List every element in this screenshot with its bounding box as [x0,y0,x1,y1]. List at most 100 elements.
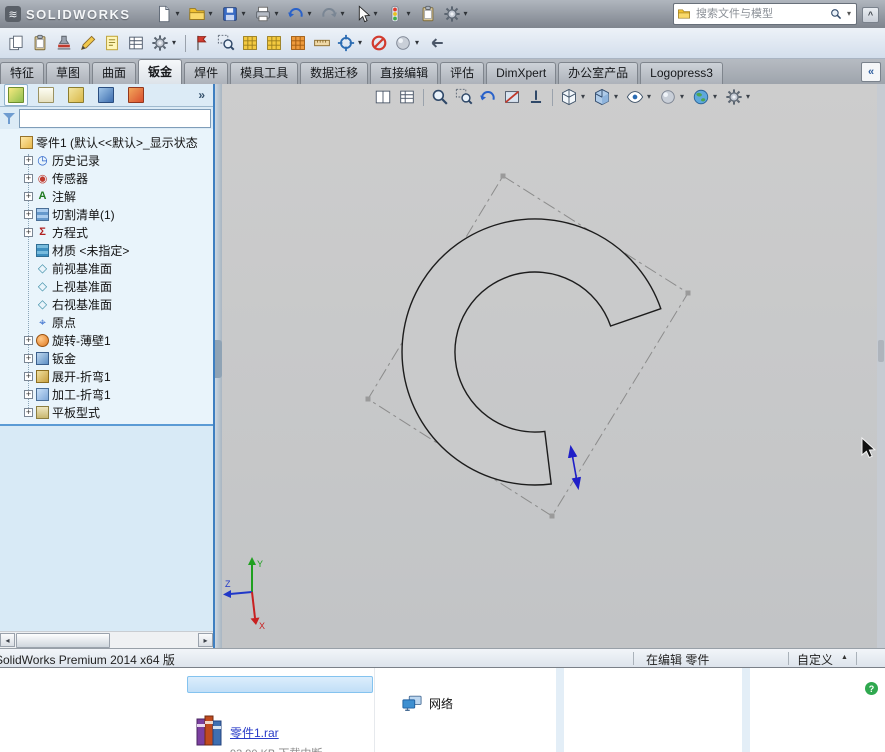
tree-item[interactable]: 传感器 [0,169,213,187]
tree-filter-input[interactable] [19,108,211,128]
search-box[interactable] [673,3,857,25]
dropdown-arrow[interactable] [174,10,182,18]
section-view-button[interactable] [501,87,523,107]
expand-toggle[interactable] [24,191,33,201]
tree-item[interactable]: 右视基准面 [0,295,213,313]
rebuild-button[interactable] [384,4,415,24]
tree-item[interactable]: 上视基准面 [0,277,213,295]
expand-toggle[interactable] [24,335,33,345]
expand-toggle[interactable] [24,155,33,165]
flag-button[interactable] [191,33,213,53]
tree-item[interactable]: 历史记录 [0,151,213,169]
select-button[interactable] [351,4,382,24]
tree-item[interactable]: 展开-折弯1 [0,367,213,385]
collapse-ribbon-button[interactable] [861,62,881,82]
tab-surfaces[interactable]: 曲面 [92,62,137,84]
dropdown-arrow[interactable] [645,93,653,101]
tree-root-item[interactable]: 零件1 (默认<<默认>_显示状态 [0,133,213,151]
tab-data-migration[interactable]: 数据迁移 [300,62,369,84]
displaymanager-tab[interactable] [124,84,148,106]
file-properties-button[interactable] [417,4,439,24]
note-button[interactable] [101,33,123,53]
scroll-notch[interactable] [878,340,884,362]
redo-button[interactable] [318,4,349,24]
scroll-right-button[interactable] [198,633,213,647]
dropdown-arrow[interactable] [744,93,752,101]
tree-item[interactable]: 材质 <未指定> [0,241,213,259]
download-file-item[interactable]: 零件1.rar 93.90 KB 下载中断 [196,712,322,752]
dropdown-arrow[interactable] [405,10,413,18]
save-button[interactable] [219,4,250,24]
dropdown-arrow[interactable] [372,10,380,18]
tree-item[interactable]: 前视基准面 [0,259,213,277]
flat-pattern-profile[interactable] [401,218,662,486]
tree-item[interactable]: 钣金 [0,349,213,367]
dropdown-arrow[interactable] [413,39,421,47]
tab-features[interactable]: 特征 [0,62,45,84]
scroll-left-button[interactable] [0,633,15,647]
configurationmanager-tab[interactable] [64,84,88,106]
customize-status[interactable]: 自定义 [797,651,833,668]
search-input[interactable] [694,7,827,21]
tree-item[interactable]: 加工-折弯1 [0,385,213,403]
dropdown-arrow[interactable] [356,39,364,47]
dropdown-arrow[interactable] [579,93,587,101]
expand-toggle[interactable] [24,227,33,237]
dropdown-arrow[interactable] [240,10,248,18]
edit-appearance-button[interactable] [657,87,688,107]
dropdown-arrow[interactable] [339,10,347,18]
dropdown-arrow[interactable] [207,10,215,18]
tree-item[interactable]: 旋转-薄壁1 [0,331,213,349]
back-button[interactable] [425,33,447,53]
undo-button[interactable] [285,4,316,24]
ruler-button[interactable] [311,33,333,53]
expand-toggle[interactable] [24,353,33,363]
tab-dimxpert[interactable]: DimXpert [486,62,557,84]
orange-grid-button[interactable] [287,33,309,53]
copy-button[interactable] [5,33,27,53]
options-button[interactable] [441,4,472,24]
sketch-canvas[interactable]: Y Z X [222,84,877,648]
panel-hscrollbar[interactable] [0,631,213,648]
dropdown-arrow[interactable] [306,10,314,18]
stamp-button[interactable] [53,33,75,53]
zoom-area-button[interactable] [453,87,475,107]
paste-button[interactable] [29,33,51,53]
expand-toggle[interactable] [24,173,33,183]
status-dropdown-arrow[interactable] [841,654,848,661]
apply-scene-button[interactable] [690,87,721,107]
help-icon[interactable] [865,682,878,695]
tab-sketch[interactable]: 草图 [46,62,91,84]
dimxpertmanager-tab[interactable] [94,84,118,106]
open-button[interactable] [186,4,217,24]
design-table-button[interactable] [125,33,147,53]
search-dropdown-arrow[interactable] [845,10,853,18]
tree-item[interactable]: 原点 [0,313,213,331]
zoom-fit-button[interactable] [429,87,451,107]
tool-settings-button[interactable] [149,33,180,53]
featuremanager-tab[interactable] [4,84,28,106]
dropdown-arrow[interactable] [678,93,686,101]
dropdown-arrow[interactable] [612,93,620,101]
smart-target-button[interactable] [335,33,366,53]
expand-toggle[interactable] [24,209,33,219]
file-link[interactable]: 零件1.rar [230,726,279,740]
dropdown-arrow[interactable] [273,10,281,18]
display-style-button[interactable] [591,87,622,107]
tree-item[interactable]: 注解 [0,187,213,205]
no-entry-button[interactable] [368,33,390,53]
annotation-view-button[interactable] [525,87,547,107]
tree-item[interactable]: 切割清单(1) [0,205,213,223]
splitter-handle[interactable] [215,340,222,378]
dropdown-arrow[interactable] [170,39,178,47]
dropdown-arrow[interactable] [462,10,470,18]
new-file-button[interactable] [153,4,184,24]
tab-weldments[interactable]: 焊件 [184,62,229,84]
tab-sheet-metal[interactable]: 钣金 [138,59,183,84]
tree-item[interactable]: 平板型式 [0,403,213,421]
yellow-grid-a-button[interactable] [239,33,261,53]
previous-view-button[interactable] [477,87,499,107]
expand-toggle[interactable] [24,407,33,417]
panel-splitter[interactable] [215,84,222,648]
print-button[interactable] [252,4,283,24]
